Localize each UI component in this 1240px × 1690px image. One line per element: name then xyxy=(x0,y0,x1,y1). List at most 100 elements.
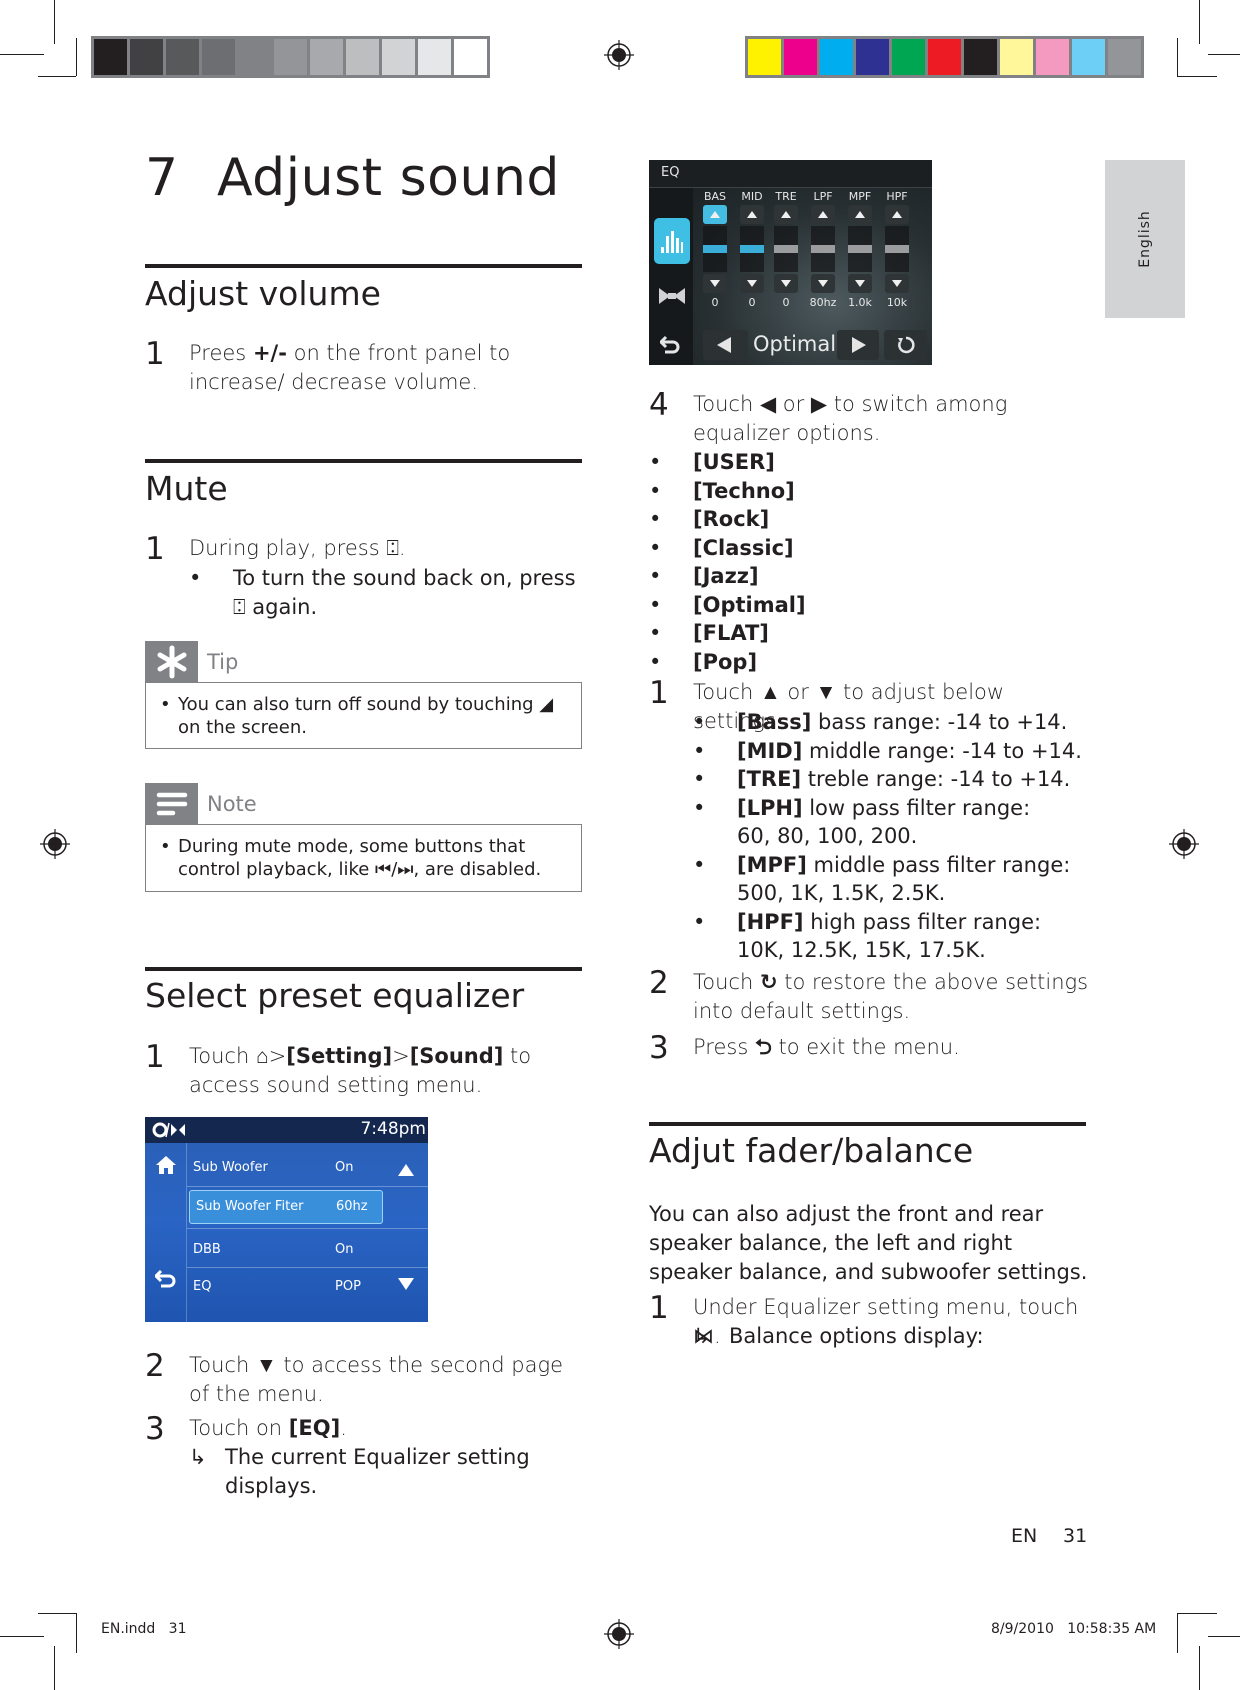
step-number: 2 xyxy=(145,1348,165,1384)
scroll-down-icon[interactable] xyxy=(398,1278,414,1290)
band-down-button[interactable] xyxy=(885,274,909,293)
preset-option: • [FLAT] xyxy=(649,619,1029,648)
step-text: Touch ▼ to access the second page of the… xyxy=(189,1353,564,1406)
slider-knob[interactable] xyxy=(885,245,909,253)
bullet-text: To turn the sound back on, press ⍠ again… xyxy=(233,566,576,619)
band-slider[interactable] xyxy=(774,226,798,272)
preset-option: • [Techno] xyxy=(649,477,1029,506)
setting-range-text: [Bass] bass range: -14 to +14. xyxy=(737,710,1068,734)
band-label: LPF xyxy=(813,190,833,203)
step-number: 2 xyxy=(649,965,669,1001)
eq-tab-button[interactable] xyxy=(654,218,690,264)
settings-row[interactable]: DBB On xyxy=(187,1232,387,1269)
scroll-up-icon[interactable] xyxy=(398,1164,414,1176)
slider-knob[interactable] xyxy=(774,245,798,253)
tip-header: Tip xyxy=(145,641,238,682)
step-item: 1 During play, press ⍠. xyxy=(145,534,585,565)
caret-left-icon xyxy=(717,337,731,353)
gray-swatch xyxy=(166,39,199,75)
setting-range-item: • [TRE] treble range: -14 to +14. xyxy=(693,765,1093,794)
band-up-button[interactable] xyxy=(740,205,764,224)
preset-option-label: [Jazz] xyxy=(693,564,759,588)
slider-knob[interactable] xyxy=(703,245,727,253)
next-preset-button[interactable] xyxy=(837,330,879,360)
home-icon[interactable] xyxy=(155,1155,177,1175)
crop-mark xyxy=(1177,1613,1178,1653)
band-down-button[interactable] xyxy=(740,274,764,293)
band-up-button[interactable] xyxy=(774,205,798,224)
section-rule xyxy=(145,459,582,463)
home-icon: ⌂ xyxy=(255,1044,269,1068)
step-item: 2 Touch ↻ to restore the above settings … xyxy=(649,968,1089,1026)
band-slider[interactable] xyxy=(811,226,835,272)
setting-range-text: [LPH] low pass filter range: 60, 80, 100,… xyxy=(737,795,1031,849)
bullet-dot: • xyxy=(693,795,706,820)
crop-mark xyxy=(0,1636,44,1637)
equalizer-screenshot: EQ BAS 0 MID 0 TRE 0 LPF 80hz MPF 1.0k HPF 10k Opti… xyxy=(649,160,932,365)
band-slider[interactable] xyxy=(703,226,727,272)
preset-option-label: [Techno] xyxy=(693,478,795,503)
band-up-button[interactable] xyxy=(848,205,872,224)
band-slider[interactable] xyxy=(740,226,764,272)
band-value: 1.0k xyxy=(848,296,872,309)
eq-band-tre: TRE 0 xyxy=(772,190,800,309)
slider-knob[interactable] xyxy=(848,245,872,253)
crop-mark xyxy=(1177,1613,1217,1614)
step-text: Touch ◀ or ▶ to switch among equalizer o… xyxy=(693,392,1008,445)
setting-range-item: • [Bass] bass range: -14 to +14. xyxy=(693,708,1093,737)
setting-range-text: [MPF] middle pass filter range: 500, 1K, … xyxy=(737,852,1071,906)
back-icon[interactable] xyxy=(155,1268,177,1288)
screen-top-bar: 7:48pm xyxy=(145,1117,428,1143)
section-heading-fader: Adjut fader/balance xyxy=(649,1131,974,1170)
grayscale-calibration-bar xyxy=(91,36,490,78)
band-value: 80hz xyxy=(809,296,837,309)
band-down-button[interactable] xyxy=(811,274,835,293)
band-up-button[interactable] xyxy=(885,205,909,224)
screen-sidebar xyxy=(145,1143,187,1322)
eq-band-hpf: HPF 10k xyxy=(883,190,911,309)
eq-band-mid: MID 0 xyxy=(738,190,766,309)
step-number: 1 xyxy=(649,675,669,711)
step-item: 1 Touch ⌂>[Setting]>[Sound] to access so… xyxy=(145,1042,585,1100)
balance-icon[interactable] xyxy=(658,287,686,305)
bullet-dot: • xyxy=(649,649,662,674)
band-up-button[interactable] xyxy=(703,205,727,224)
step-text: During play, press ⍠. xyxy=(189,536,406,560)
step-number: 1 xyxy=(145,336,165,372)
page-number: 31 xyxy=(1063,1525,1088,1547)
eq-band-bas: BAS 0 xyxy=(701,190,729,309)
preset-option: • [USER] xyxy=(649,448,1029,477)
note-label: Note xyxy=(207,791,257,816)
bullet-dot: • xyxy=(649,564,662,588)
slider-knob[interactable] xyxy=(811,245,835,253)
chapter-title: 7 Adjust sound xyxy=(145,148,560,208)
preset-option: • [Optimal] xyxy=(649,591,1029,620)
slider-knob[interactable] xyxy=(740,245,764,253)
band-down-button[interactable] xyxy=(703,274,727,293)
band-slider[interactable] xyxy=(885,226,909,272)
gray-swatch xyxy=(202,39,235,75)
back-icon[interactable] xyxy=(660,335,682,355)
setting-range-text: [MID] middle range: -14 to +14. xyxy=(737,738,1082,763)
preset-option-label: [Rock] xyxy=(693,507,770,531)
settings-row[interactable]: EQ POP xyxy=(187,1269,387,1306)
settings-row[interactable]: Sub Woofer On xyxy=(187,1150,387,1187)
band-slider[interactable] xyxy=(848,226,872,272)
section-heading-adjust-volume: Adjust volume xyxy=(145,274,381,313)
fader-intro: You can also adjust the front and rear s… xyxy=(649,1202,1088,1284)
settings-row-selected[interactable]: Sub Woofer Fiter 60hz xyxy=(189,1190,383,1224)
band-value: 0 xyxy=(782,296,790,309)
band-down-button[interactable] xyxy=(774,274,798,293)
step-text: Touch on [EQ]. xyxy=(189,1416,347,1440)
band-down-button[interactable] xyxy=(848,274,872,293)
preset-option: • [Rock] xyxy=(649,505,1029,534)
band-up-button[interactable] xyxy=(811,205,835,224)
step-text: Touch ↻ to restore the above settings in… xyxy=(693,970,1089,1023)
color-swatch xyxy=(1072,39,1105,75)
color-swatch xyxy=(820,39,853,75)
prev-preset-button[interactable] xyxy=(703,330,748,360)
reset-button[interactable] xyxy=(884,330,927,360)
step-text: Prees +/- on the front panel to increase… xyxy=(189,341,511,394)
crop-mark xyxy=(0,54,44,55)
crop-mark xyxy=(1199,0,1200,44)
